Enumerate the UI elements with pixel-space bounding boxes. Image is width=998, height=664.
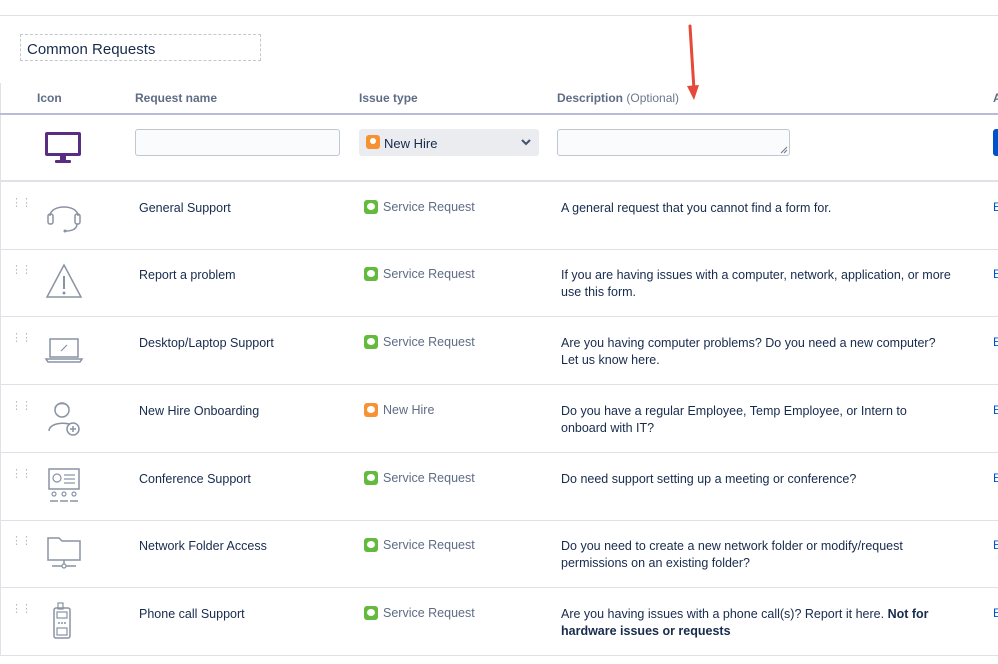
edit-link[interactable]: E [993,267,998,281]
request-name: General Support [139,201,231,215]
issue-type: Service Request [364,267,475,281]
request-type-row[interactable]: ⋮⋮ New Hire Onboarding New Hire Do you have… [0,385,998,453]
drag-handle-icon[interactable]: ⋮⋮ [11,198,32,209]
service-request-type-icon [364,200,378,214]
request-description: Do you need to create a new network fold… [561,538,956,572]
request-description: Are you having issues with a phone call(… [561,606,956,640]
drag-handle-icon[interactable]: ⋮⋮ [11,604,32,615]
description-text: Do you have a regular Employee, Temp Emp… [561,404,907,435]
header-left-edge [0,83,1,113]
request-type-row[interactable]: ⋮⋮ Conference Support Service Request Do ne… [0,453,998,521]
edit-link[interactable]: E [993,538,998,552]
request-type-row[interactable]: ⋮⋮ Desktop/Laptop Support Service Request A… [0,317,998,385]
row-left-edge [0,317,1,385]
new-hire-type-icon [364,403,378,417]
row-left-edge [0,588,1,656]
service-request-type-icon [364,267,378,281]
edit-link[interactable]: E [993,335,998,349]
description-text: Are you having issues with a phone call(… [561,607,885,621]
row-left-edge [0,385,1,453]
add-user-icon [44,397,84,437]
service-request-type-icon [364,471,378,485]
edit-link[interactable]: E [993,606,998,620]
issue-type-label: Service Request [383,606,475,620]
header-description: Description (Optional) [557,91,679,105]
header-icon: Icon [37,91,62,105]
monitor-icon [45,132,81,163]
warning-icon [44,261,84,301]
headset-icon [44,194,84,234]
issue-type: New Hire [364,403,434,417]
drag-handle-icon[interactable]: ⋮⋮ [11,401,32,412]
request-name: Report a problem [139,268,236,282]
description-text: If you are having issues with a computer… [561,268,951,299]
drag-handle-icon[interactable]: ⋮⋮ [11,333,32,344]
issue-type: Service Request [364,335,475,349]
edit-link[interactable]: E [993,200,998,214]
service-request-type-icon [364,538,378,552]
phone-icon [44,600,84,640]
drag-handle-icon[interactable]: ⋮⋮ [11,265,32,276]
issue-type: Service Request [364,606,475,620]
request-description: A general request that you cannot find a… [561,200,956,217]
top-divider [0,15,998,16]
row-left-edge [0,249,1,317]
issue-type-select[interactable]: New Hire [359,129,539,156]
request-name: Phone call Support [139,607,245,621]
resize-grip-icon [780,146,788,154]
issue-type-label: Service Request [383,538,475,552]
network-folder-icon [44,532,84,572]
issue-type-label: Service Request [383,200,475,214]
laptop-icon [44,329,84,369]
drag-handle-icon[interactable]: ⋮⋮ [11,536,32,547]
request-description: Are you having computer problems? Do you… [561,335,956,369]
edit-link[interactable]: E [993,403,998,417]
edit-link[interactable]: E [993,471,998,485]
header-request-name: Request name [135,91,218,105]
row-left-edge [0,182,1,250]
issue-type-label: New Hire [383,403,435,417]
new-row-icon-picker[interactable] [44,129,82,167]
group-title-field[interactable]: Common Requests [20,34,261,61]
request-description: If you are having issues with a computer… [561,267,956,301]
service-request-type-icon [364,335,378,349]
new-hire-type-icon [366,135,380,149]
add-button[interactable] [993,129,998,156]
row-left-edge [0,520,1,588]
annotation-arrow-icon [687,24,699,100]
issue-type: Service Request [364,538,475,552]
request-type-row[interactable]: ⋮⋮ Phone call Support Service Request Are y… [0,588,998,656]
description-textarea[interactable] [557,129,790,156]
header-actions: A [993,91,998,105]
request-type-row[interactable]: ⋮⋮ Report a problem Service Request If you … [0,249,998,317]
description-text: Are you having computer problems? Do you… [561,336,936,367]
header-description-optional: (Optional) [626,91,680,105]
issue-type-label: Service Request [383,471,475,485]
description-text: A general request that you cannot find a… [561,201,832,215]
service-request-type-icon [364,606,378,620]
request-name: Conference Support [139,472,251,486]
issue-type-selected: New Hire [384,136,438,151]
chevron-down-icon [521,139,531,146]
header-issue-type: Issue type [359,91,418,105]
presentation-icon [44,465,84,505]
description-text: Do need support setting up a meeting or … [561,472,857,486]
request-description: Do you have a regular Employee, Temp Emp… [561,403,956,437]
request-description: Do need support setting up a meeting or … [561,471,956,488]
issue-type: Service Request [364,471,475,485]
row-left-edge [0,453,1,521]
request-name: New Hire Onboarding [139,404,260,418]
header-description-label: Description [557,91,624,105]
issue-type-label: Service Request [383,267,475,281]
request-name-input[interactable] [135,129,340,156]
request-name: Desktop/Laptop Support [139,336,274,350]
issue-type: Service Request [364,200,475,214]
row-divider [0,655,998,656]
request-name: Network Folder Access [139,539,267,553]
issue-type-label: Service Request [383,335,475,349]
request-type-row[interactable]: ⋮⋮ Network Folder Access Service Request Do… [0,520,998,588]
request-type-row[interactable]: ⋮⋮ General Support Service Request A genera… [0,182,998,250]
drag-handle-icon[interactable]: ⋮⋮ [11,469,32,480]
description-text: Do you need to create a new network fold… [561,539,903,570]
